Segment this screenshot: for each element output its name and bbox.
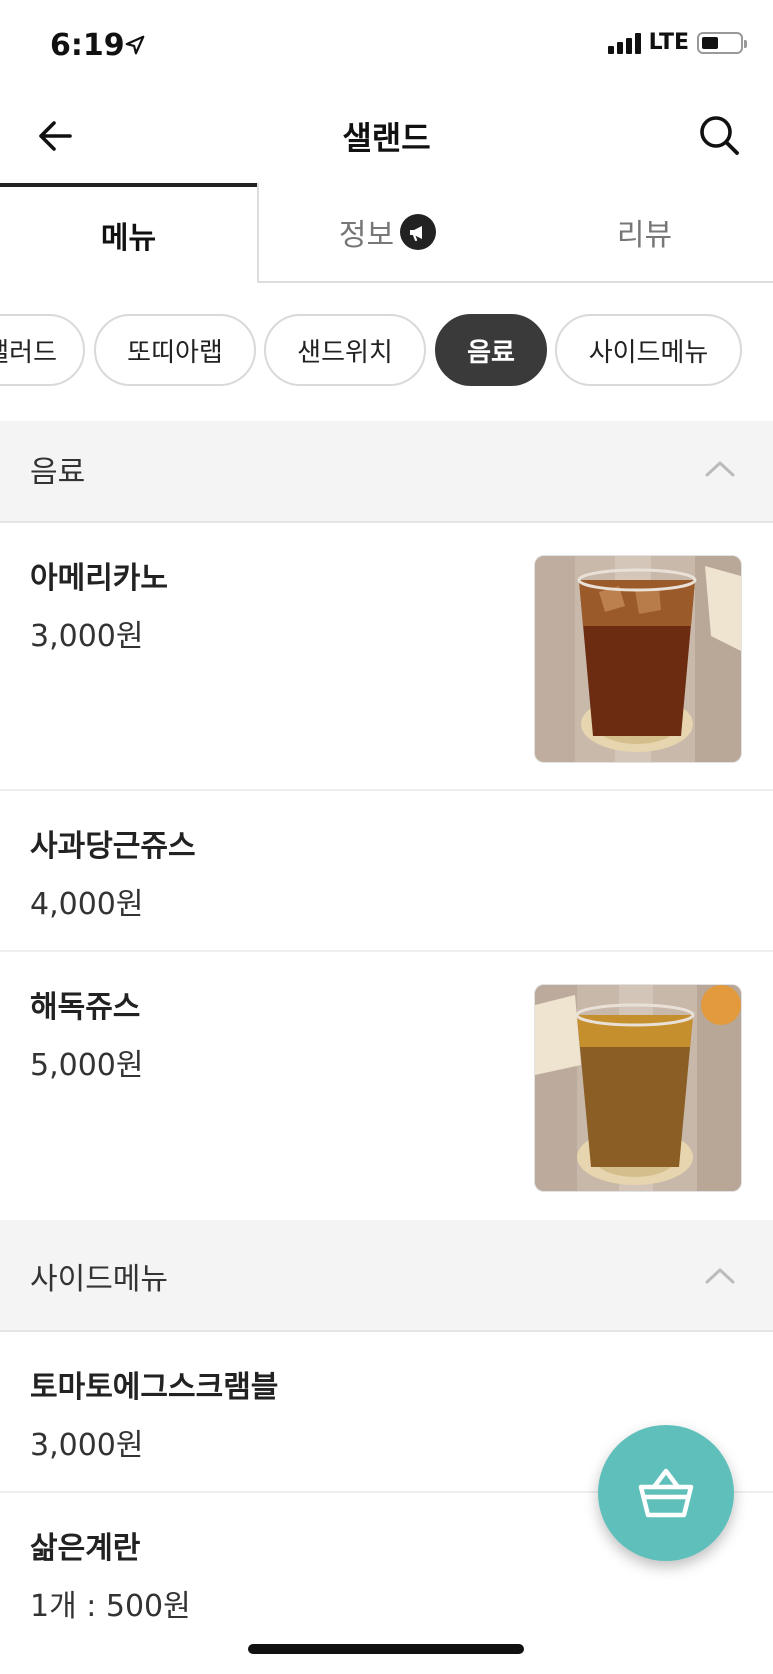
menu-item[interactable]: 아메리카노 3,000원 [0, 523, 773, 791]
item-name: 사과당근쥬스 [30, 829, 196, 864]
search-icon[interactable] [697, 113, 741, 157]
signal-icon [607, 32, 641, 54]
chip-drinks[interactable]: 음료 [435, 314, 547, 386]
item-price: 4,000원 [30, 887, 144, 922]
status-time: 6:19 [50, 28, 125, 63]
tab-review[interactable]: 리뷰 [516, 183, 773, 283]
chip-tortilla-wrap[interactable]: 또띠아랩 [94, 314, 256, 386]
item-price: 3,000원 [30, 619, 144, 654]
status-bar: 6:19 LTE [0, 0, 773, 95]
item-name: 토마토에그스크램블 [30, 1370, 279, 1405]
chip-sandwich[interactable]: 샌드위치 [264, 314, 426, 386]
item-price: 5,000원 [30, 1048, 144, 1083]
chevron-up-icon [705, 461, 735, 477]
network-label: LTE [648, 30, 689, 55]
megaphone-icon [400, 214, 437, 250]
tab-info-label: 정보 [338, 218, 395, 253]
tab-info[interactable]: 정보 [257, 183, 516, 283]
home-indicator[interactable] [248, 1644, 524, 1654]
category-chips: 샐러드 또띠아랩 샌드위치 음료 사이드메뉴 [0, 314, 773, 390]
chip-side-menu[interactable]: 사이드메뉴 [555, 314, 742, 386]
chip-label: 샐러드 [0, 337, 57, 368]
chip-salad[interactable]: 샐러드 [0, 314, 85, 386]
basket-icon [638, 1468, 694, 1518]
tab-menu[interactable]: 메뉴 [0, 183, 257, 283]
iced-americano-photo [534, 555, 742, 763]
section-title: 음료 [30, 455, 86, 490]
menu-item[interactable]: 해독쥬스 5,000원 [0, 952, 773, 1220]
section-header-drinks[interactable]: 음료 [0, 421, 773, 523]
section-title: 사이드메뉴 [30, 1262, 168, 1297]
item-name: 해독쥬스 [30, 990, 141, 1025]
detox-juice-photo [534, 984, 742, 1192]
chevron-up-icon [705, 1268, 735, 1284]
item-price: 1개 : 500원 [30, 1589, 191, 1624]
item-price: 3,000원 [30, 1428, 144, 1463]
tab-bar: 메뉴 정보 리뷰 [0, 183, 773, 283]
chip-label: 음료 [467, 337, 515, 368]
cart-button[interactable] [598, 1425, 734, 1561]
app-header: 샐랜드 [0, 95, 773, 183]
battery-icon [697, 31, 747, 54]
menu-item[interactable]: 사과당근쥬스 4,000원 [0, 791, 773, 952]
location-arrow-icon [125, 35, 145, 55]
chip-label: 사이드메뉴 [588, 337, 709, 368]
page-title: 샐랜드 [342, 119, 431, 157]
tab-menu-label: 메뉴 [100, 221, 157, 256]
chip-label: 또띠아랩 [127, 337, 223, 368]
chip-label: 샌드위치 [297, 337, 393, 368]
section-header-side-menu[interactable]: 사이드메뉴 [0, 1220, 773, 1332]
item-name: 삶은계란 [30, 1531, 141, 1566]
item-name: 아메리카노 [30, 561, 168, 596]
tab-review-label: 리뷰 [616, 218, 673, 253]
